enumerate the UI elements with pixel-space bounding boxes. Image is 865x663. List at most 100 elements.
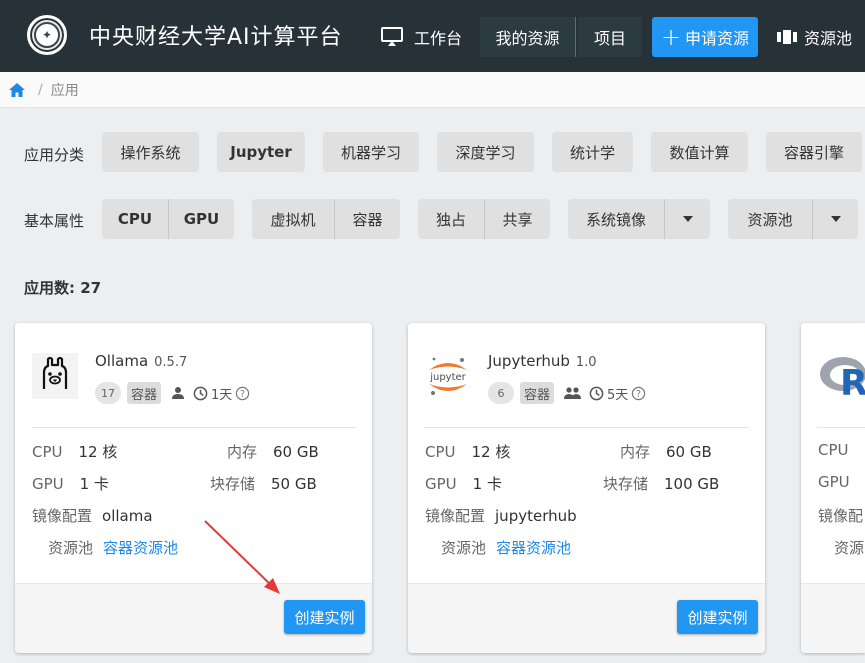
app-version: 0.5.7 [154, 355, 188, 370]
card-divider [31, 427, 356, 428]
category-chip-jupyter[interactable]: Jupyter [217, 132, 305, 172]
ollama-logo-icon [32, 353, 78, 399]
age-text: 5天 [607, 387, 629, 403]
filter-gpu[interactable]: GPU [168, 199, 234, 239]
nav-workspace-label: 工作台 [414, 29, 463, 48]
system-image-label: 系统镜像 [568, 199, 664, 239]
spec-pool: 资源池 容器资源池 [441, 537, 571, 558]
spec-cpu-value: 12 核 [471, 443, 511, 461]
filter-exclusive[interactable]: 独占 [418, 199, 484, 239]
apply-resources-label: 申请资源 [685, 29, 750, 48]
spec-cpu-label: CPU [32, 443, 63, 461]
spec-gpu-label: GPU [425, 475, 457, 493]
chevron-down-icon[interactable] [812, 199, 858, 239]
nav-workspace[interactable]: 工作台 [380, 17, 462, 57]
spec-disk-label: 块存储 [210, 475, 256, 493]
spec-image-value: ollama [102, 507, 153, 525]
app-version: 1.0 [575, 355, 597, 370]
spec-cpu-label: CPU [425, 443, 456, 461]
nav-my-resources[interactable]: 我的资源 [480, 17, 576, 57]
nav-resource-pool[interactable]: 资源池 [776, 17, 852, 57]
resource-pool-filter-label: 资源池 [728, 199, 812, 239]
instance-count-badge: 6 [488, 382, 514, 404]
spec-gpu-label: GPU [32, 475, 64, 493]
spec-image-label: 镜像配置 [32, 507, 93, 525]
breadcrumb-separator: / [38, 81, 43, 98]
category-chip-ml[interactable]: 机器学习 [323, 132, 419, 172]
attributes-label: 基本属性 [24, 212, 85, 230]
spec-memory-label: 内存 [227, 443, 258, 461]
filter-vm[interactable]: 虚拟机 [252, 199, 334, 239]
logo-emblem: ✦ [34, 22, 60, 48]
spec-cpu-value: 12 核 [78, 443, 118, 461]
resource-pool-link[interactable]: 容器资源池 [103, 539, 178, 557]
resource-pool-link[interactable]: 容器资源池 [496, 539, 571, 557]
app-card-jupyterhub[interactable]: jupyter Jupyterhub 1.0 6 容器 5天 ? CPU 12 核 … [408, 323, 765, 653]
spec-pool: 资源 [834, 537, 864, 558]
group-icon [564, 386, 582, 400]
spec-gpu: GPU 1 卡 [32, 473, 109, 494]
app-card-r[interactable]: R CPU GPU 镜像配 资源 [801, 323, 865, 653]
instance-count-badge: 17 [95, 382, 121, 404]
jupyter-logo-icon: jupyter [425, 353, 471, 399]
category-chip-os[interactable]: 操作系统 [102, 132, 199, 172]
help-icon[interactable]: ? [235, 386, 250, 401]
compute-toggle-group: CPU GPU [102, 199, 234, 239]
spec-image: 镜像配 [818, 505, 863, 526]
filter-container[interactable]: 容器 [334, 199, 400, 239]
spec-disk-value: 100 GB [664, 475, 720, 493]
category-chip-dl[interactable]: 深度学习 [437, 132, 534, 172]
type-tag: 容器 [127, 382, 162, 404]
category-chip-container-engine[interactable]: 容器引擎 [766, 132, 862, 172]
person-icon [171, 386, 185, 400]
nav-projects[interactable]: 项目 [578, 17, 642, 57]
spec-disk: 块存储 50 GB [210, 473, 317, 494]
card-divider [817, 427, 865, 428]
apply-resources-button[interactable]: + 申请资源 [652, 17, 758, 57]
plus-icon: + [660, 23, 682, 51]
spec-pool-label: 资源池 [48, 539, 94, 557]
type-tag: 容器 [520, 382, 555, 404]
create-instance-button[interactable]: 创建实例 [284, 600, 365, 634]
spec-memory: 内存 60 GB [227, 441, 319, 462]
spec-pool-label: 资源 [834, 539, 865, 557]
r-logo-icon: R [818, 351, 865, 404]
clock-icon [589, 386, 604, 401]
spec-gpu-value: 1 卡 [79, 475, 109, 493]
spec-gpu: GPU [818, 473, 850, 491]
svg-text:?: ? [636, 388, 641, 399]
spec-cpu: CPU [818, 441, 849, 459]
server-pool-icon [777, 30, 797, 44]
monitor-icon [381, 27, 403, 46]
filter-cpu[interactable]: CPU [102, 199, 168, 239]
category-chip-stats[interactable]: 统计学 [552, 132, 633, 172]
filter-shared[interactable]: 共享 [484, 199, 550, 239]
chevron-down-icon[interactable] [664, 199, 710, 239]
app-meta: 6 容器 5天 ? [488, 382, 646, 404]
spec-image: 镜像配置 jupyterhub [425, 505, 577, 526]
virtualization-toggle-group: 虚拟机 容器 [252, 199, 400, 239]
breadcrumb: / 应用 [0, 72, 865, 108]
spec-memory-label: 内存 [620, 443, 651, 461]
app-title: Ollama 0.5.7 [95, 352, 187, 370]
r-logo-text: R [840, 363, 865, 401]
clock-icon [193, 386, 208, 401]
resource-pool-dropdown[interactable]: 资源池 [728, 199, 858, 239]
sharing-toggle-group: 独占 共享 [418, 199, 550, 239]
spec-gpu: GPU 1 卡 [425, 473, 502, 494]
spec-gpu-label: GPU [818, 473, 850, 491]
spec-cpu: CPU 12 核 [32, 441, 117, 462]
spec-pool-label: 资源池 [441, 539, 487, 557]
category-chip-numeric[interactable]: 数值计算 [651, 132, 748, 172]
spec-gpu-value: 1 卡 [472, 475, 502, 493]
card-footer [801, 583, 865, 653]
system-image-dropdown[interactable]: 系统镜像 [568, 199, 710, 239]
spec-memory: 内存 60 GB [620, 441, 712, 462]
spec-image-value: jupyterhub [495, 507, 577, 525]
home-icon[interactable] [8, 82, 26, 98]
platform-title[interactable]: 中央财经大学AI计算平台 [89, 19, 343, 51]
app-card-ollama[interactable]: Ollama 0.5.7 17 容器 1天 ? CPU 12 核 内存 60 GB G… [15, 323, 372, 653]
create-instance-button[interactable]: 创建实例 [677, 600, 758, 634]
help-icon[interactable]: ? [631, 386, 646, 401]
university-logo[interactable]: ✦ [27, 15, 67, 55]
